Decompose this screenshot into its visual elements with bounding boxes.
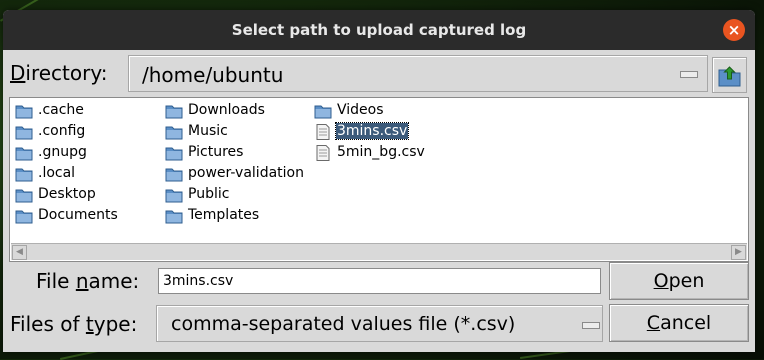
folder-icon xyxy=(15,147,33,161)
list-item-label: Desktop xyxy=(38,186,96,202)
folder-icon xyxy=(165,168,183,182)
list-item-label: Pictures xyxy=(188,144,244,160)
filetype-label-mnemonic: t xyxy=(85,312,94,336)
list-item-label: Music xyxy=(188,123,228,139)
filename-value: 3mins.csv xyxy=(163,273,234,289)
list-item-label: Templates xyxy=(188,207,260,223)
folder-icon xyxy=(165,105,183,119)
list-item-label: power-validation xyxy=(188,165,304,181)
folder-icon xyxy=(165,126,183,140)
list-item-label: .cache xyxy=(38,102,84,118)
filetype-label: Files of type: xyxy=(10,312,138,336)
file-list[interactable]: .cache .config .gnupg .local Desktop Document… xyxy=(9,97,749,262)
horizontal-scrollbar[interactable]: ◀ ▶ xyxy=(11,243,747,260)
scroll-right-icon[interactable]: ▶ xyxy=(731,245,746,260)
parent-directory-button[interactable] xyxy=(712,57,747,93)
filename-label-mnemonic: n xyxy=(75,269,89,293)
filename-input[interactable]: 3mins.csv xyxy=(158,268,601,294)
folder-up-icon xyxy=(718,66,741,87)
combo-arrow-icon[interactable] xyxy=(680,71,698,78)
folder-icon xyxy=(165,147,183,161)
folder-icon xyxy=(15,189,33,203)
filetype-value: comma-separated values file (*.csv) xyxy=(171,313,516,335)
scroll-left-icon[interactable]: ◀ xyxy=(12,245,27,260)
combo-arrow-icon[interactable] xyxy=(582,322,600,329)
folder-icon xyxy=(165,210,183,224)
folder-icon xyxy=(314,105,332,119)
folder-icon xyxy=(15,168,33,182)
file-icon xyxy=(316,145,330,161)
directory-value: /home/ubuntu xyxy=(142,63,284,87)
open-button[interactable]: Open xyxy=(609,262,749,300)
list-item-label: Videos xyxy=(337,102,384,118)
list-item-label: 5min_bg.csv xyxy=(337,144,425,160)
file-dialog: Select path to upload captured log × Dir… xyxy=(3,10,755,352)
list-item-label: Downloads xyxy=(188,102,265,118)
file-icon xyxy=(316,124,330,140)
folder-icon xyxy=(165,189,183,203)
directory-combo[interactable]: /home/ubuntu xyxy=(128,55,708,92)
list-item-label: .config xyxy=(38,123,86,139)
directory-label-mnemonic: D xyxy=(10,61,26,85)
folder-icon xyxy=(15,105,33,119)
directory-label-text: irectory: xyxy=(25,61,108,85)
list-item-label: 3mins.csv xyxy=(334,122,410,140)
folder-icon xyxy=(15,210,33,224)
list-item-label: Documents xyxy=(38,207,118,223)
cancel-button[interactable]: Cancel xyxy=(609,304,749,342)
list-item-label: Public xyxy=(188,186,230,202)
list-item-label: .gnupg xyxy=(38,144,87,160)
folder-icon xyxy=(15,126,33,140)
close-button[interactable]: × xyxy=(723,19,745,41)
filetype-combo[interactable]: comma-separated values file (*.csv) xyxy=(156,305,603,342)
title-bar[interactable]: Select path to upload captured log × xyxy=(3,10,755,50)
list-item-label: .local xyxy=(38,165,76,181)
window-title: Select path to upload captured log xyxy=(231,21,527,39)
filename-label: File name: xyxy=(36,269,140,293)
directory-label: Directory: xyxy=(10,61,107,85)
